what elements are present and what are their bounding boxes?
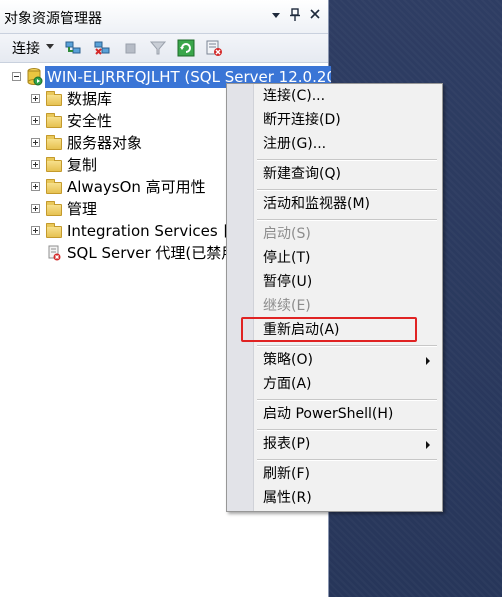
menu-separator: [257, 219, 437, 221]
tree-node-label: 管理: [67, 200, 98, 218]
menu-item-policies[interactable]: 策略(O): [263, 349, 313, 371]
menu-separator: [257, 345, 437, 347]
tree-node-label: 数据库: [67, 90, 113, 108]
menu-separator: [257, 189, 437, 191]
context-menu: 连接(C)... 断开连接(D) 注册(G)... 新建查询(Q) 活动和监视器…: [226, 83, 443, 512]
expand-icon[interactable]: [31, 94, 40, 103]
panel-title: 对象资源管理器: [4, 11, 102, 27]
menu-item-start: 启动(S): [263, 226, 311, 242]
menu-separator: [257, 459, 437, 461]
folder-icon: [46, 91, 62, 106]
menu-item-new-query[interactable]: 新建查询(Q): [263, 163, 341, 185]
expand-icon[interactable]: [31, 226, 40, 235]
restart-highlight-annotation: [241, 317, 417, 342]
folder-icon: [46, 135, 62, 150]
menu-item-connect[interactable]: 连接(C)...: [263, 85, 325, 107]
expand-icon[interactable]: [31, 204, 40, 213]
menu-item-refresh[interactable]: 刷新(F): [263, 463, 310, 485]
connect-dropdown-caret-icon[interactable]: [46, 44, 54, 49]
menu-item-reports[interactable]: 报表(P): [263, 433, 310, 455]
menu-separator: [257, 399, 437, 401]
expand-icon[interactable]: [31, 138, 40, 147]
tree-node-label: SQL Server 代理(已禁用: [67, 244, 237, 262]
tree-node-label: AlwaysOn 高可用性: [67, 178, 206, 196]
connect-button[interactable]: 连接: [12, 38, 40, 58]
explorer-toolbar: 连接: [0, 34, 328, 63]
tree-node-label: 复制: [67, 156, 98, 174]
menu-separator: [257, 159, 437, 161]
stop-icon[interactable]: [122, 39, 140, 57]
menu-item-resume: 继续(E): [263, 298, 311, 314]
folder-icon: [46, 157, 62, 172]
summary-icon[interactable]: [205, 39, 223, 57]
tree-node-label: Integration Services 目: [67, 222, 238, 240]
submenu-arrow-icon: [426, 357, 430, 365]
menu-item-facets[interactable]: 方面(A): [263, 373, 312, 395]
panel-titlebar: 对象资源管理器: [0, 0, 328, 34]
menu-item-stop[interactable]: 停止(T): [263, 247, 310, 269]
refresh-icon[interactable]: [177, 39, 195, 57]
menu-item-properties[interactable]: 属性(R): [263, 487, 312, 509]
menu-item-pause[interactable]: 暂停(U): [263, 271, 312, 293]
tree-node-label: 安全性: [67, 112, 113, 130]
menu-item-disconnect[interactable]: 断开连接(D): [263, 109, 341, 131]
menu-separator: [257, 429, 437, 431]
dropdown-icon[interactable]: [268, 8, 284, 24]
collapse-icon[interactable]: [12, 72, 21, 81]
menu-item-start-powershell[interactable]: 启动 PowerShell(H): [263, 403, 393, 425]
folder-icon: [46, 113, 62, 128]
folder-icon: [46, 201, 62, 216]
disconnect-icon[interactable]: [93, 39, 111, 57]
close-icon[interactable]: [307, 8, 323, 24]
agent-disabled-icon: [46, 245, 62, 268]
menu-icon-gutter: [227, 84, 254, 511]
folder-icon: [46, 179, 62, 194]
expand-icon[interactable]: [31, 116, 40, 125]
tree-node-label: 服务器对象: [67, 134, 143, 152]
menu-item-activity-monitor[interactable]: 活动和监视器(M): [263, 193, 370, 215]
expand-icon[interactable]: [31, 160, 40, 169]
menu-item-register[interactable]: 注册(G)...: [263, 133, 326, 155]
connect-object-icon[interactable]: [64, 39, 82, 57]
filter-icon[interactable]: [149, 39, 167, 57]
pin-icon[interactable]: [287, 8, 303, 24]
expand-icon[interactable]: [31, 182, 40, 191]
submenu-arrow-icon: [426, 441, 430, 449]
folder-icon: [46, 223, 62, 238]
